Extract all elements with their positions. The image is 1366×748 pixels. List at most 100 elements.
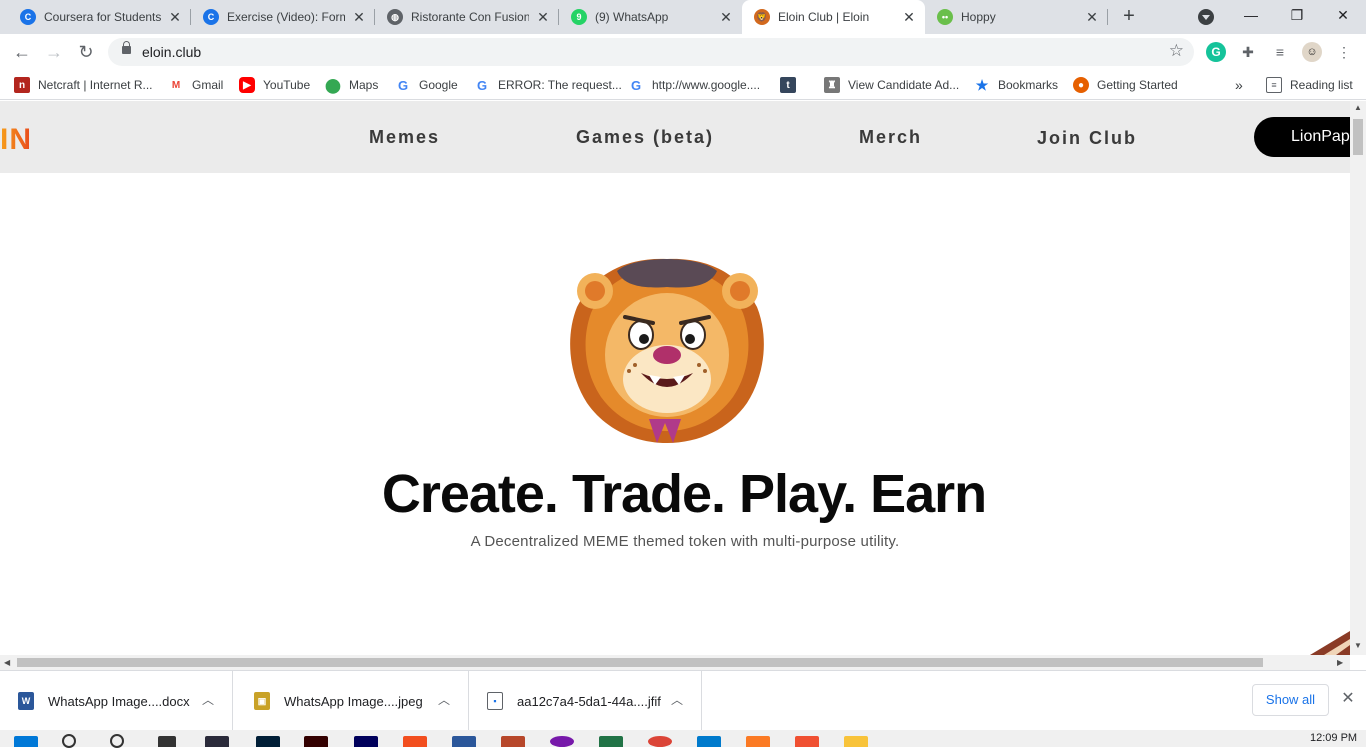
address-bar[interactable]: eloin.club ☆ [108,38,1194,66]
scroll-left-arrow-icon[interactable]: ◀ [4,658,10,667]
bookmark-netcraft[interactable]: n Netcraft | Internet R... [14,76,153,94]
bookmark-label: Getting Started [1097,78,1178,92]
gmail-icon: M [168,77,184,93]
site-logo[interactable]: IN [0,123,32,157]
tab-strip: C Coursera for Students ✕ C Exercise (Vi… [0,0,1366,34]
bookmark-bookmarks[interactable]: ★ Bookmarks [974,76,1058,94]
tab-coursera-students[interactable]: C Coursera for Students ✕ [8,0,191,34]
extensions-puzzle-icon[interactable]: ✚ [1238,42,1258,62]
profile-avatar[interactable]: ☺ [1302,42,1322,62]
task-view-icon[interactable] [158,736,176,747]
download-item[interactable]: ▣ WhatsApp Image....jpeg ︿ [236,671,469,731]
back-arrow-icon[interactable]: ← [10,40,34,64]
tab-title: Exercise (Video): Form [227,10,345,24]
restore-button[interactable]: ❐ [1274,0,1320,32]
powerpoint-icon[interactable] [501,736,525,747]
bookmark-youtube[interactable]: ▶ YouTube [239,76,310,94]
tab-eloin-club[interactable]: 🦁 Eloin Club | Eloin ✕ [742,0,925,34]
youtube-icon: ▶ [239,77,255,93]
site-navbar: IN Memes Games (beta) Merch Join Club Li… [0,101,1350,173]
close-tab-icon[interactable]: ✕ [901,9,917,25]
photoshop-icon[interactable] [256,736,280,747]
close-shelf-icon[interactable]: ✕ [1338,689,1358,709]
grammarly-icon[interactable]: G [1206,42,1226,62]
git-icon[interactable] [795,736,819,747]
tumblr-icon: t [780,77,796,93]
xampp-icon[interactable] [746,736,770,747]
tab-exercise-video[interactable]: C Exercise (Video): Form ✕ [191,0,375,34]
reading-list-label: Reading list [1290,78,1353,92]
vertical-scroll-thumb[interactable] [1353,119,1363,155]
bookmark-star-icon[interactable]: ☆ [1169,41,1184,61]
new-tab-button[interactable]: + [1118,6,1140,28]
folder-icon[interactable] [844,736,868,747]
decorative-corner-art [1310,631,1350,655]
pinned-app-icon[interactable] [205,736,229,747]
chevron-up-icon[interactable]: ︿ [671,691,683,708]
horizontal-scroll-thumb[interactable] [17,658,1263,667]
excel-icon[interactable] [599,736,623,747]
nav-link-merch[interactable]: Merch [859,127,922,148]
tab-hoppy[interactable]: •• Hoppy ✕ [925,0,1108,34]
bookmark-gmail[interactable]: M Gmail [168,76,223,94]
chrome-icon[interactable] [648,736,672,747]
bookmark-maps[interactable]: ⬤ Maps [325,76,378,94]
kebab-menu-icon[interactable]: ⋮ [1334,42,1354,62]
bookmarks-overflow-chevron[interactable]: » [1235,76,1243,94]
close-tab-icon[interactable]: ✕ [351,9,367,25]
lock-icon[interactable] [122,41,131,54]
bookmark-getting-started[interactable]: ● Getting Started [1073,76,1178,94]
show-all-downloads-button[interactable]: Show all [1252,684,1329,716]
forward-arrow-icon[interactable]: → [42,40,66,64]
bookmark-google-url[interactable]: G http://www.google.... [628,76,760,94]
tab-whatsapp[interactable]: 9 (9) WhatsApp ✕ [559,0,742,34]
tab-title: Hoppy [961,10,996,24]
download-item[interactable]: W WhatsApp Image....docx ︿ [0,671,233,731]
maps-pin-icon: ⬤ [325,76,341,93]
illustrator-icon[interactable] [304,736,328,747]
nav-link-join-club[interactable]: Join Club [1037,128,1137,149]
bookmark-label: http://www.google.... [652,78,761,92]
close-tab-icon[interactable]: ✕ [535,9,551,25]
nav-link-games[interactable]: Games (beta) [576,127,714,148]
reading-list-button[interactable]: ≡ Reading list [1266,76,1353,94]
premiere-icon[interactable] [354,736,378,747]
bookmark-view-candidate[interactable]: ♜ View Candidate Ad... [824,76,959,94]
cortana-icon[interactable] [110,734,124,748]
bookmark-error-request[interactable]: G ERROR: The request... [474,76,622,94]
word-icon[interactable] [452,736,476,747]
url-text[interactable]: eloin.club [142,44,201,60]
minimize-button[interactable]: — [1228,0,1274,32]
taskbar-clock[interactable]: 12:09 PM [1310,732,1357,744]
lion-mascot-image [570,258,764,443]
scroll-down-arrow-icon[interactable]: ▼ [1354,641,1362,650]
firefox-icon: ● [1073,77,1089,93]
bookmark-label: YouTube [263,78,311,92]
media-control-icon[interactable]: ≡ [1270,42,1290,62]
onenote-icon[interactable] [550,736,574,747]
bookmark-google[interactable]: G Google [395,76,458,94]
figma-icon[interactable] [403,736,427,747]
frog-icon: •• [937,9,953,25]
vscode-icon[interactable] [697,736,721,747]
reload-icon[interactable]: ↻ [74,40,98,64]
nav-link-memes[interactable]: Memes [369,127,440,148]
search-icon[interactable] [62,734,76,748]
close-tab-icon[interactable]: ✕ [718,9,734,25]
close-tab-icon[interactable]: ✕ [1084,9,1100,25]
download-item[interactable]: ▪ aa12c7a4-5da1-44a....jfif ︿ [469,671,702,731]
chevron-up-icon[interactable]: ︿ [438,691,450,708]
scroll-right-arrow-icon[interactable]: ▶ [1337,658,1343,667]
lion-icon: 🦁 [754,9,770,25]
horizontal-scrollbar[interactable]: ◀ ▶ [0,655,1350,670]
vertical-scrollbar[interactable]: ▲ ▼ [1350,101,1366,655]
scroll-up-arrow-icon[interactable]: ▲ [1354,103,1362,112]
windows-start-icon[interactable] [14,736,38,747]
chevron-up-icon[interactable]: ︿ [202,691,214,708]
tab-ristorante[interactable]: ◍ Ristorante Con Fusion ✕ [375,0,559,34]
close-tab-icon[interactable]: ✕ [167,9,183,25]
close-window-button[interactable]: ✕ [1320,0,1366,32]
bookmark-tumblr[interactable]: t [780,76,804,94]
lionpaper-button[interactable]: LionPap [1254,117,1350,157]
tab-search-icon[interactable] [1198,9,1214,25]
